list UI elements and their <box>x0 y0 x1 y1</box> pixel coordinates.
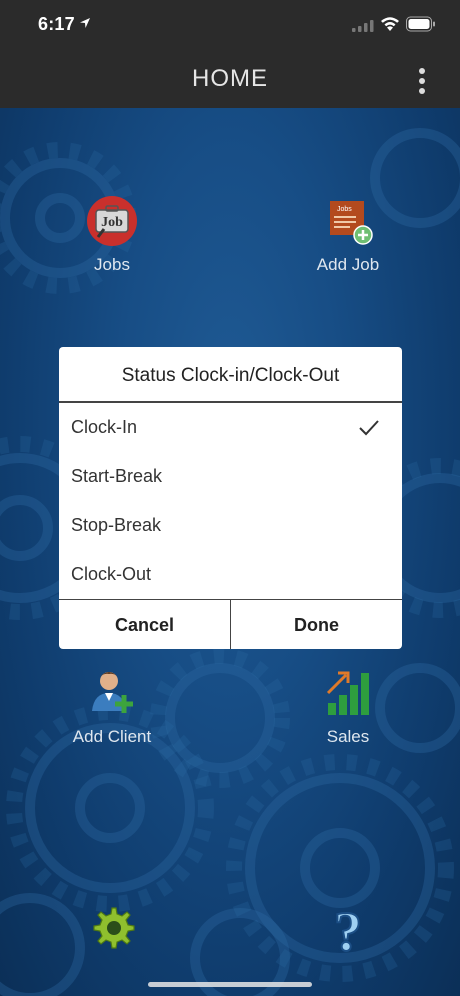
cancel-button[interactable]: Cancel <box>59 600 231 649</box>
add-client-label: Add Client <box>72 727 152 746</box>
status-bar: 6:17 <box>0 0 460 50</box>
done-button[interactable]: Done <box>231 600 402 649</box>
home-indicator[interactable] <box>148 982 312 987</box>
more-vertical-icon[interactable] <box>412 67 432 95</box>
help-icon: ? <box>333 902 363 958</box>
app-header: HOME <box>0 50 460 108</box>
option-label: Stop-Break <box>71 514 162 535</box>
status-time: 6:17 <box>38 14 75 34</box>
dialog-actions: Cancel Done <box>59 599 402 649</box>
jobs-tile[interactable]: Job Jobs <box>32 193 192 275</box>
sales-chart-icon <box>326 671 369 715</box>
option-label: Start-Break <box>71 465 163 486</box>
location-arrow-icon <box>80 18 90 28</box>
add-job-label: Add Job <box>316 255 380 274</box>
gear-icon <box>93 907 135 949</box>
svg-text:Job: Job <box>101 215 123 230</box>
option-clock-out[interactable]: Clock-Out <box>59 550 402 599</box>
sales-label: Sales <box>326 727 370 746</box>
page-title: HOME <box>192 65 268 92</box>
svg-text:Jobs: Jobs <box>337 206 352 213</box>
option-clock-in[interactable]: Clock-In <box>59 403 402 452</box>
wifi-icon <box>381 17 399 31</box>
cellular-signal-icon <box>352 20 374 32</box>
add-job-tile[interactable]: Jobs Add Job <box>268 193 428 275</box>
status-dialog: Status Clock-in/Clock-Out Clock-In Start… <box>59 347 402 649</box>
add-client-tile[interactable]: Add Client <box>32 665 192 747</box>
svg-text:?: ? <box>334 902 362 958</box>
option-start-break[interactable]: Start-Break <box>59 452 402 501</box>
battery-icon <box>406 16 435 32</box>
checkmark-icon <box>359 419 379 435</box>
help-tile[interactable]: ? <box>268 902 428 964</box>
add-client-icon <box>92 672 133 713</box>
jobs-icon: Job <box>87 196 137 246</box>
add-job-icon: Jobs <box>330 201 373 245</box>
option-label: Clock-Out <box>71 563 152 584</box>
jobs-label: Jobs <box>94 255 130 274</box>
sales-tile[interactable]: Sales <box>268 665 428 747</box>
option-stop-break[interactable]: Stop-Break <box>59 501 402 550</box>
dialog-title: Status Clock-in/Clock-Out <box>121 365 340 386</box>
option-label: Clock-In <box>71 416 138 437</box>
settings-tile[interactable] <box>32 902 192 964</box>
